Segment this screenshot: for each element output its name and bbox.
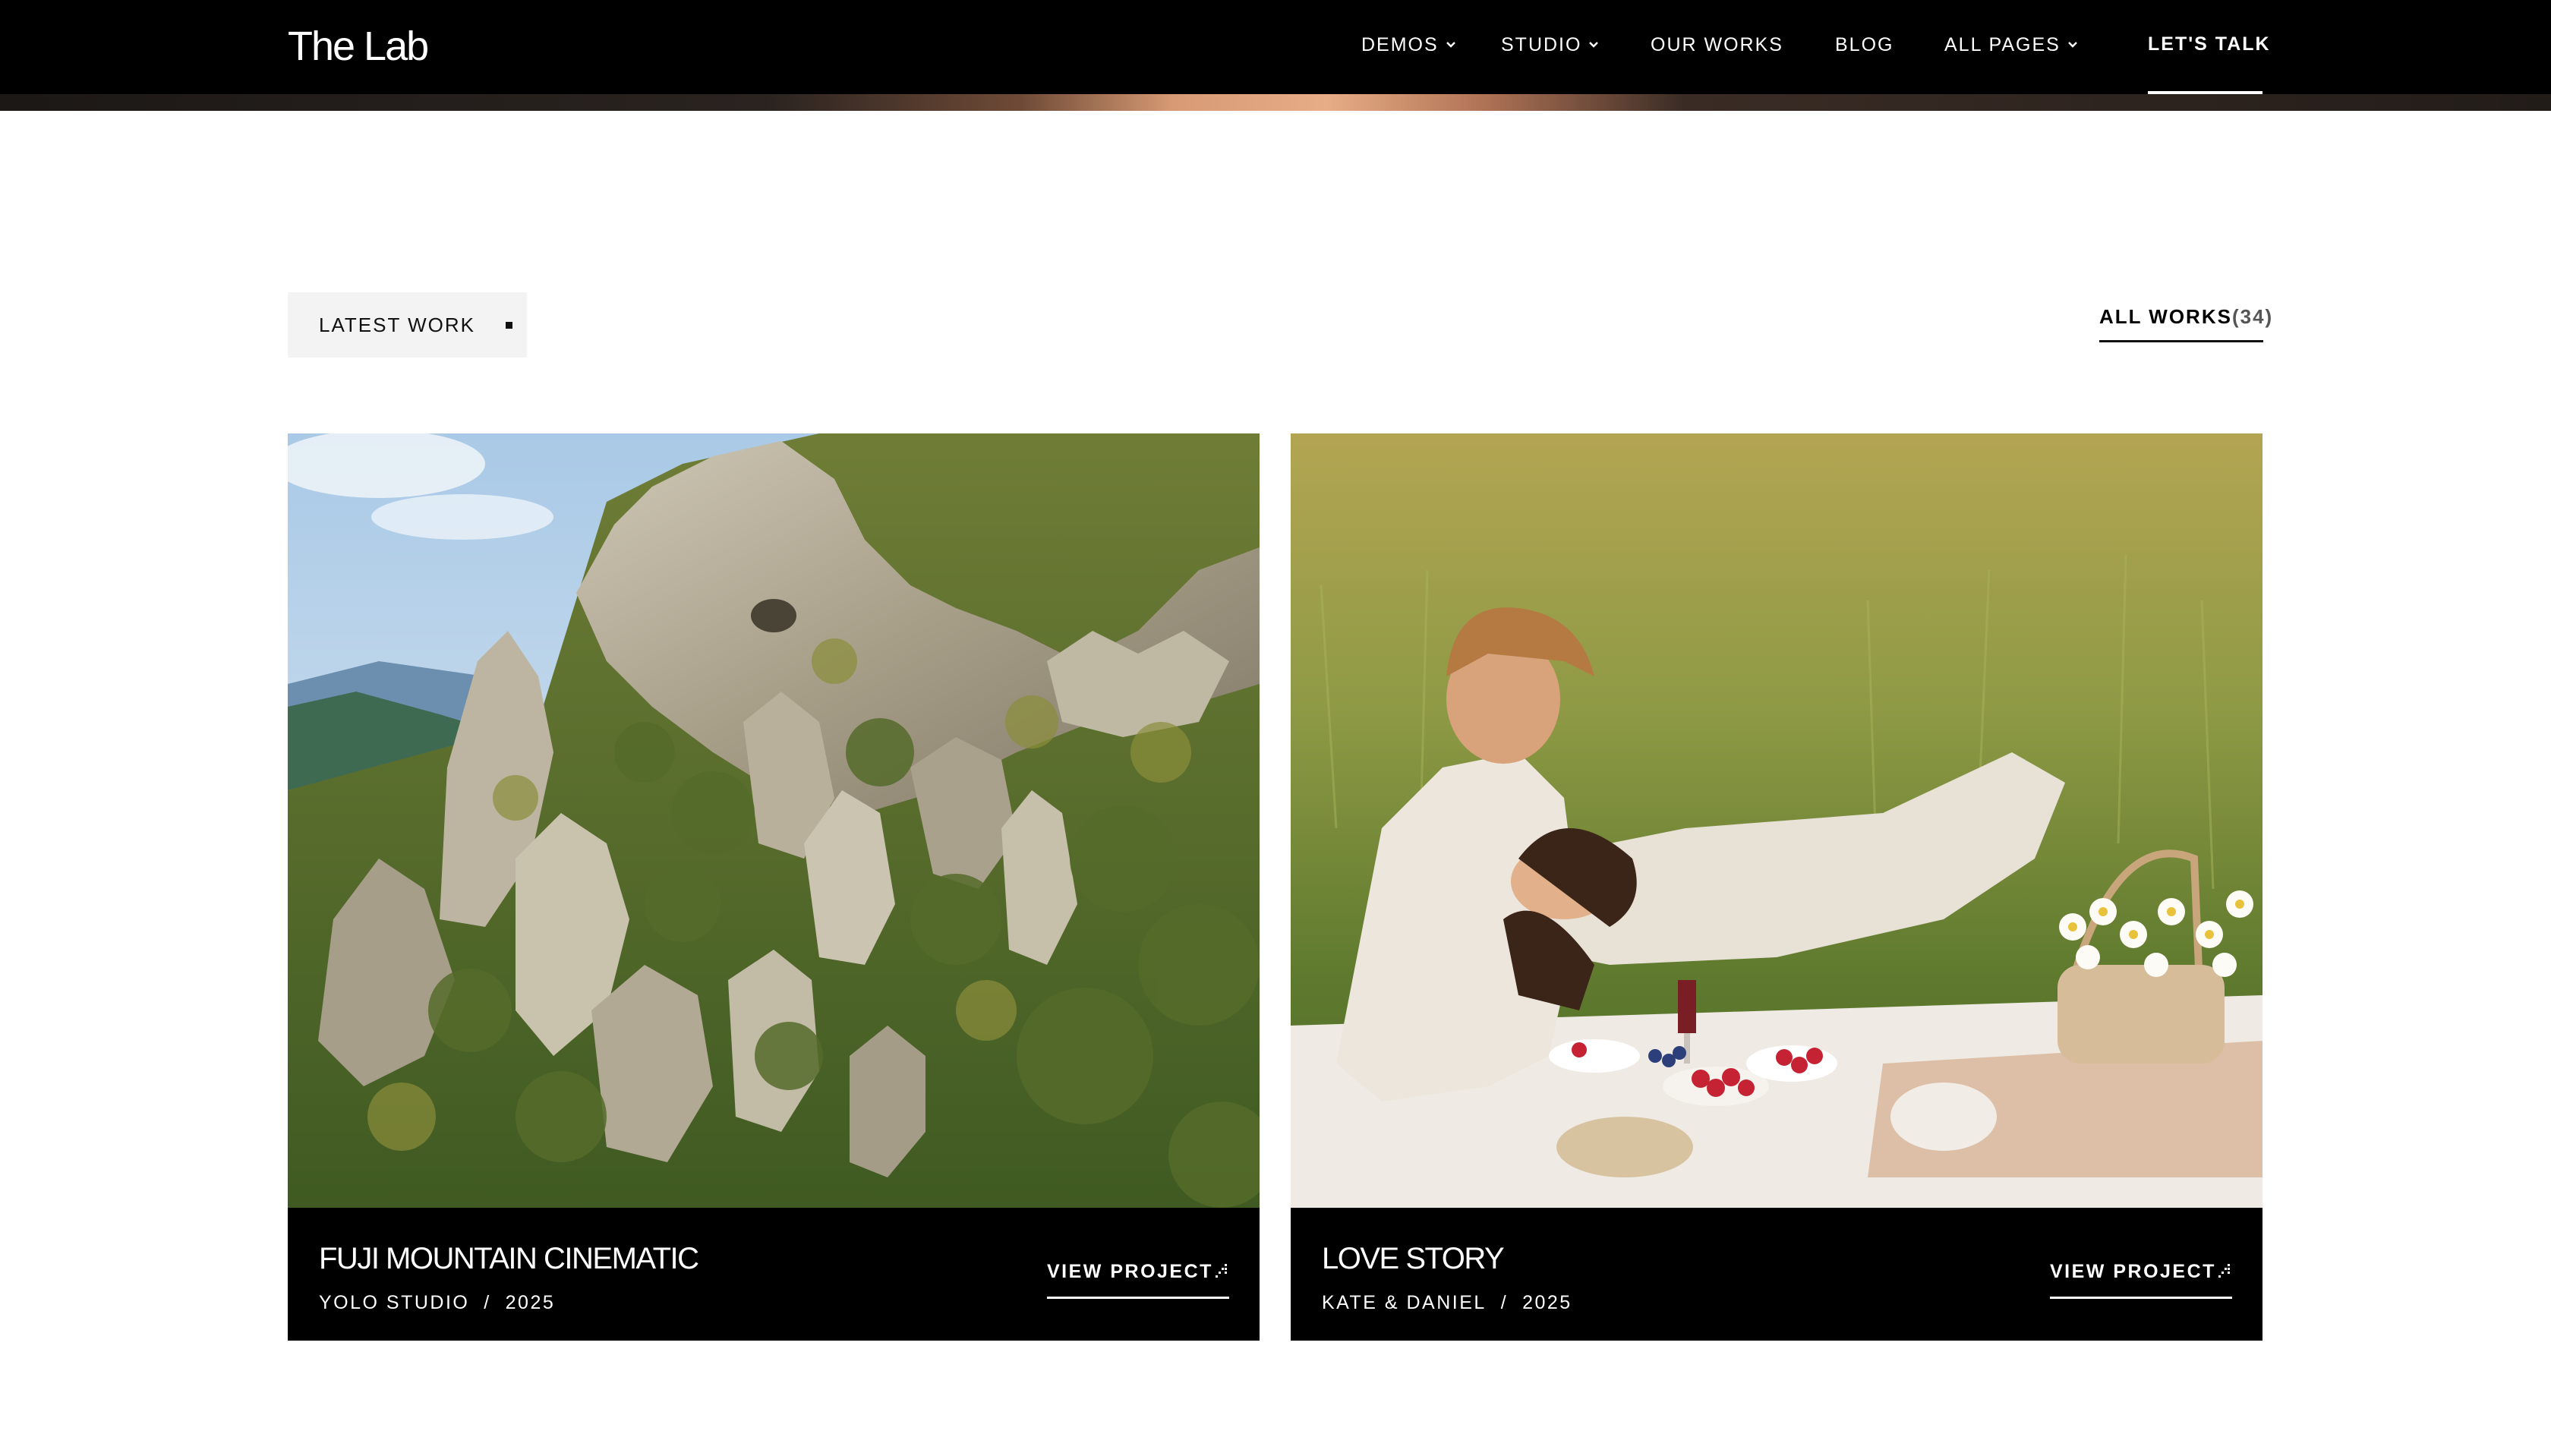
all-works-label: ALL WORKS bbox=[2099, 305, 2232, 328]
nav-item-demos[interactable]: DEMOS bbox=[1361, 33, 1456, 56]
project-image-picnic[interactable] bbox=[1291, 433, 2262, 1208]
nav-label: BLOG bbox=[1835, 34, 1894, 55]
meta-separator: / bbox=[484, 1292, 491, 1313]
lets-talk-label: LET'S TALK bbox=[2148, 33, 2271, 55]
project-card[interactable]: FUJI MOUNTAIN CINEMATIC YOLO STUDIO / 20… bbox=[288, 433, 1260, 1341]
square-dot-icon bbox=[505, 321, 512, 329]
hero-image-edge bbox=[0, 94, 2551, 111]
nav-label: STUDIO bbox=[1501, 34, 1582, 55]
project-image-mountain[interactable] bbox=[288, 433, 1260, 1208]
nav-label: OUR WORKS bbox=[1651, 34, 1783, 55]
all-works-link[interactable]: ALL WORKS(34) bbox=[2099, 305, 2272, 343]
nav-item-all-pages[interactable]: ALL PAGES bbox=[1944, 33, 2078, 56]
nav-label: ALL PAGES bbox=[1944, 34, 2061, 55]
view-project-button[interactable]: VIEW PROJECT bbox=[1047, 1261, 1229, 1299]
project-title[interactable]: FUJI MOUNTAIN CINEMATIC bbox=[319, 1242, 699, 1276]
chevron-down-icon bbox=[1446, 41, 1456, 49]
all-works-count: (34) bbox=[2231, 305, 2274, 328]
nav-label: DEMOS bbox=[1361, 34, 1439, 55]
view-project-button[interactable]: VIEW PROJECT bbox=[2050, 1261, 2232, 1299]
project-meta: KATE & DANIEL / 2025 bbox=[1322, 1292, 1572, 1314]
latest-work-label: LATEST WORK bbox=[319, 313, 475, 336]
view-project-label: VIEW PROJECT bbox=[2050, 1261, 2216, 1282]
chevron-down-icon bbox=[2067, 41, 2078, 49]
view-project-label: VIEW PROJECT bbox=[1047, 1261, 1213, 1282]
project-info: FUJI MOUNTAIN CINEMATIC YOLO STUDIO / 20… bbox=[288, 1208, 1260, 1341]
nav-item-our-works[interactable]: OUR WORKS bbox=[1651, 33, 1783, 56]
view-project-underline bbox=[1047, 1297, 1229, 1299]
lets-talk-button[interactable]: LET'S TALK bbox=[2148, 30, 2271, 94]
project-client: KATE & DANIEL bbox=[1322, 1292, 1487, 1313]
project-year: 2025 bbox=[505, 1292, 556, 1313]
project-client: YOLO STUDIO bbox=[319, 1292, 470, 1313]
project-info: LOVE STORY KATE & DANIEL / 2025 VIEW PRO… bbox=[1291, 1208, 2262, 1341]
project-title[interactable]: LOVE STORY bbox=[1322, 1242, 1505, 1276]
project-card[interactable]: LOVE STORY KATE & DANIEL / 2025 VIEW PRO… bbox=[1291, 433, 2262, 1341]
site-logo[interactable]: The Lab bbox=[288, 22, 429, 71]
site-header: The Lab DEMOS STUDIO OUR WORKS BLOG ALL … bbox=[0, 0, 2551, 94]
all-works-underline bbox=[2099, 340, 2263, 342]
arrow-up-right-icon bbox=[1216, 1262, 1229, 1284]
project-year: 2025 bbox=[1522, 1292, 1572, 1313]
nav-item-blog[interactable]: BLOG bbox=[1835, 33, 1894, 56]
chevron-down-icon bbox=[1588, 41, 1599, 49]
project-meta: YOLO STUDIO / 2025 bbox=[319, 1292, 555, 1314]
view-project-underline bbox=[2050, 1297, 2232, 1299]
nav-item-studio[interactable]: STUDIO bbox=[1501, 33, 1599, 56]
arrow-up-right-icon bbox=[2218, 1262, 2232, 1284]
meta-separator: / bbox=[1500, 1292, 1509, 1313]
latest-work-tag: LATEST WORK bbox=[288, 292, 527, 358]
